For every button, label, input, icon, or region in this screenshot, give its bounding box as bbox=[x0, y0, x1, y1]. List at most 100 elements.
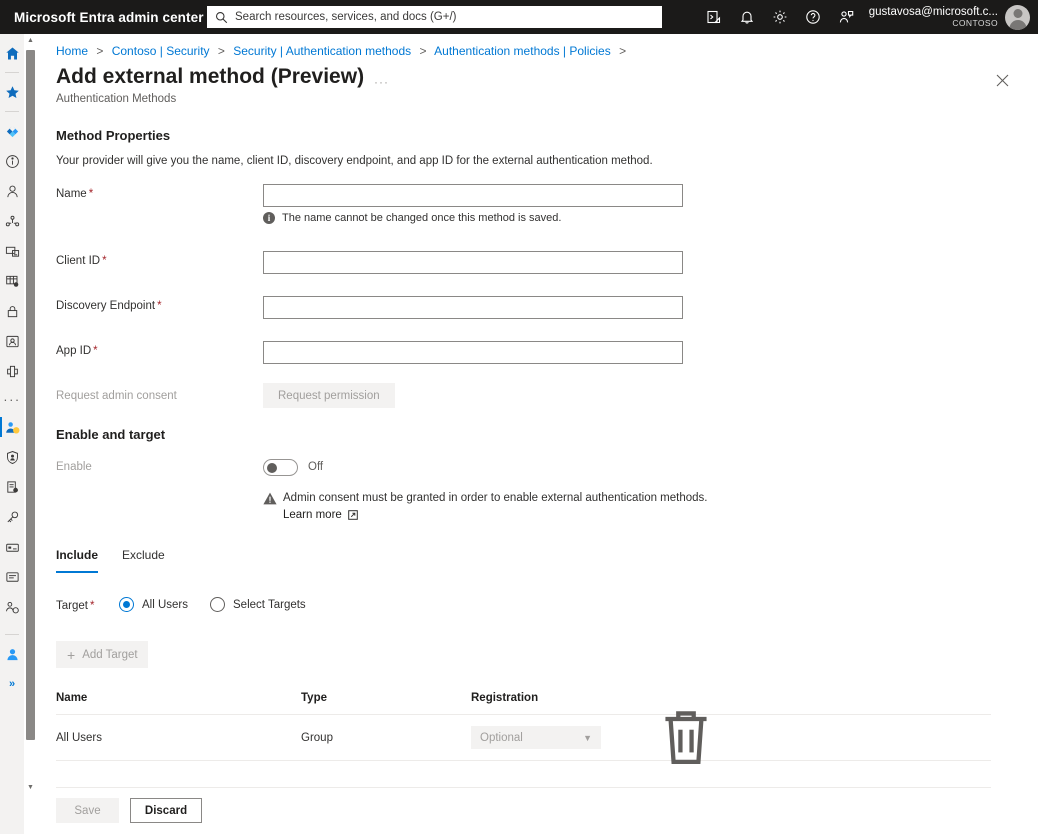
radio-all-users[interactable]: All Users bbox=[119, 597, 188, 612]
breadcrumb-item-authentication-methods-policies[interactable]: Authentication methods | Policies bbox=[434, 44, 611, 58]
required-asterisk: * bbox=[102, 255, 107, 267]
radio-dot-icon bbox=[210, 597, 226, 612]
favorites-star-icon[interactable] bbox=[0, 77, 24, 107]
breadcrumb-separator: > bbox=[96, 44, 104, 58]
users-person-icon[interactable] bbox=[0, 176, 24, 206]
discovery-endpoint-label-text: Discovery Endpoint bbox=[56, 300, 156, 312]
save-button[interactable]: Save bbox=[56, 798, 119, 823]
left-navigation-rail: ··· » bbox=[0, 34, 24, 834]
discard-button[interactable]: Discard bbox=[130, 798, 202, 823]
learn-more-link[interactable]: Learn more bbox=[283, 509, 358, 521]
billing-card-icon[interactable] bbox=[0, 532, 24, 562]
target-label: Target * bbox=[56, 600, 94, 612]
expand-chevron-icon[interactable]: » bbox=[0, 669, 24, 699]
permissions-key-icon[interactable] bbox=[0, 502, 24, 532]
scrollbar-thumb[interactable] bbox=[26, 50, 35, 740]
client-id-input[interactable] bbox=[263, 251, 683, 274]
name-label: Name * bbox=[56, 188, 93, 200]
footer-actions: Save Discard bbox=[56, 798, 202, 823]
groups-icon[interactable] bbox=[0, 206, 24, 236]
protection-shield-person-icon[interactable] bbox=[0, 442, 24, 472]
breadcrumb-item-security-authentication-methods[interactable]: Security | Authentication methods bbox=[233, 44, 411, 58]
entra-diamond-icon[interactable] bbox=[0, 116, 24, 146]
request-admin-consent-label: Request admin consent bbox=[56, 390, 177, 402]
warning-triangle-icon bbox=[263, 492, 277, 505]
admin-consent-warning: Admin consent must be granted in order t… bbox=[263, 492, 1016, 523]
cloud-shell-icon[interactable] bbox=[698, 0, 731, 34]
app-id-input[interactable] bbox=[263, 341, 683, 364]
more-options-ellipsis-icon[interactable]: ··· bbox=[374, 75, 389, 89]
registration-select[interactable]: Optional ▼ bbox=[471, 726, 601, 749]
settings-gear-icon[interactable] bbox=[764, 0, 797, 34]
breadcrumb-separator: > bbox=[419, 44, 427, 58]
roles-admins-icon[interactable] bbox=[0, 592, 24, 622]
targets-table: Name Type Registration All Users Group O… bbox=[56, 692, 991, 764]
identity-person-badge-icon[interactable] bbox=[0, 412, 24, 442]
name-input[interactable] bbox=[263, 184, 683, 207]
required-asterisk: * bbox=[89, 600, 95, 612]
client-id-label-text: Client ID bbox=[56, 255, 101, 267]
scroll-up-arrow-icon[interactable]: ▲ bbox=[24, 34, 37, 47]
enable-and-target-heading: Enable and target bbox=[56, 427, 166, 442]
required-asterisk: * bbox=[88, 188, 94, 200]
client-id-label: Client ID * bbox=[56, 255, 107, 267]
identity-governance-icon[interactable] bbox=[0, 326, 24, 356]
radio-select-targets[interactable]: Select Targets bbox=[210, 597, 306, 612]
top-bar-icon-group: gustavosa@microsoft.c... CONTOSO bbox=[698, 0, 1038, 34]
name-label-text: Name bbox=[56, 188, 87, 200]
account-menu[interactable]: gustavosa@microsoft.c... CONTOSO bbox=[869, 4, 1030, 30]
global-search-box[interactable]: Search resources, services, and docs (G+… bbox=[207, 6, 662, 28]
enable-toggle[interactable] bbox=[263, 459, 298, 476]
toggle-knob bbox=[267, 463, 277, 473]
breadcrumb-item-home[interactable]: Home bbox=[56, 44, 88, 58]
breadcrumb-separator: > bbox=[619, 44, 627, 58]
breadcrumb-item-contoso-security[interactable]: Contoso | Security bbox=[112, 44, 210, 58]
request-permission-button[interactable]: Request permission bbox=[263, 383, 395, 408]
radio-all-users-label: All Users bbox=[142, 598, 189, 611]
devices-icon[interactable] bbox=[0, 236, 24, 266]
field-row-discovery-endpoint: Discovery Endpoint * bbox=[56, 296, 1016, 319]
applications-grid-icon[interactable] bbox=[0, 266, 24, 296]
discovery-endpoint-input[interactable] bbox=[263, 296, 683, 319]
trash-icon[interactable] bbox=[656, 711, 716, 771]
warning-text: Admin consent must be granted in order t… bbox=[283, 492, 708, 504]
avatar[interactable] bbox=[1005, 4, 1030, 30]
home-icon[interactable] bbox=[0, 38, 24, 68]
cell-registration: Optional ▼ bbox=[471, 726, 656, 749]
column-header-registration: Registration bbox=[471, 692, 539, 704]
discovery-endpoint-label: Discovery Endpoint * bbox=[56, 300, 162, 312]
notifications-bell-icon[interactable] bbox=[731, 0, 764, 34]
search-icon bbox=[215, 11, 228, 24]
enable-toggle-row: Enable Off bbox=[56, 458, 1016, 480]
chevron-down-icon: ▼ bbox=[583, 732, 592, 743]
reports-document-icon[interactable] bbox=[0, 472, 24, 502]
overview-info-icon[interactable] bbox=[0, 146, 24, 176]
more-ellipsis-icon[interactable]: ··· bbox=[0, 386, 24, 412]
radio-select-targets-label: Select Targets bbox=[233, 598, 306, 611]
target-radio-group: All Users Select Targets bbox=[119, 597, 306, 612]
app-brand-title: Microsoft Entra admin center bbox=[14, 9, 204, 25]
help-question-icon[interactable] bbox=[797, 0, 830, 34]
rail-scrollbar[interactable]: ▲ ▼ bbox=[24, 34, 37, 794]
page-title: Add external method (Preview) bbox=[56, 65, 365, 88]
registration-select-value: Optional bbox=[480, 731, 523, 744]
tab-include[interactable]: Include bbox=[56, 548, 99, 573]
verified-id-icon[interactable] bbox=[0, 356, 24, 386]
tab-exclude[interactable]: Exclude bbox=[122, 548, 165, 573]
enable-toggle-state: Off bbox=[308, 461, 324, 473]
name-helper-label: The name cannot be changed once this met… bbox=[282, 212, 562, 224]
feedback-icon[interactable] bbox=[830, 0, 863, 34]
scroll-down-arrow-icon[interactable]: ▼ bbox=[24, 781, 37, 794]
account-organization: CONTOSO bbox=[952, 17, 998, 28]
close-icon[interactable] bbox=[994, 72, 1012, 90]
account-text: gustavosa@microsoft.c... CONTOSO bbox=[869, 6, 998, 29]
add-target-button[interactable]: + Add Target bbox=[56, 641, 148, 668]
required-asterisk: * bbox=[157, 300, 162, 312]
app-id-label: App ID * bbox=[56, 345, 98, 357]
user-settings-icon[interactable] bbox=[0, 639, 24, 669]
table-row: All Users Group Optional ▼ bbox=[56, 711, 991, 764]
warning-line: Admin consent must be granted in order t… bbox=[263, 492, 1016, 505]
protection-lock-icon[interactable] bbox=[0, 296, 24, 326]
support-chat-icon[interactable] bbox=[0, 562, 24, 592]
enable-label: Enable bbox=[56, 461, 92, 473]
